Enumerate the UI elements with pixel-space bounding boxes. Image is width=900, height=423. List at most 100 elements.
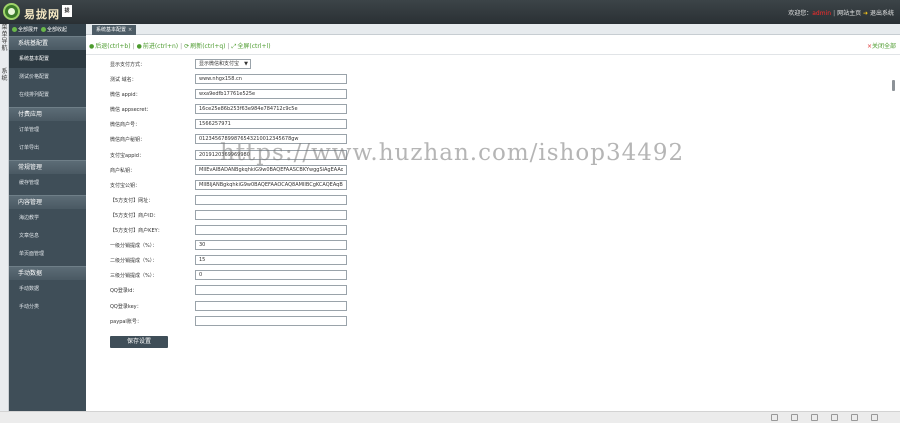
menu-cat-general[interactable]: 常规管理 <box>9 160 86 174</box>
close-all-label: 关闭全部 <box>871 43 896 50</box>
menu-item-orders[interactable]: 订单管理 <box>9 121 86 139</box>
back-button[interactable]: 后退(ctrl+b) <box>95 43 130 50</box>
scrollbar-thumb[interactable] <box>892 80 895 91</box>
vertical-tabs: 菜单导航 系统 <box>0 24 9 411</box>
vtab-menu-nav-label: 菜单导航 <box>1 24 8 52</box>
watermark: https://www.huzhan.com/ishop34492 <box>220 140 685 166</box>
logo-icon <box>3 3 20 20</box>
menu-item-basic-config[interactable]: 系统基本配置 <box>9 50 86 68</box>
field-label: 微信 appsecret： <box>110 107 152 114</box>
vtab-system[interactable]: 系统 <box>0 68 9 82</box>
menu-item-teaching[interactable]: 海边教学 <box>9 209 86 227</box>
select-value: 显示微信和支付宝 <box>199 61 240 67</box>
settings-icon[interactable] <box>771 414 779 421</box>
menu-cat-paid[interactable]: 付费应用 <box>9 107 86 121</box>
field-label: 显示支付方式： <box>110 62 146 68</box>
back-icon: ● <box>89 43 95 50</box>
sidebar: 全部展开 全部收起 系统基配置 系统基本配置 测试价格配置 在线排列配置 付费应用… <box>9 24 86 411</box>
top-right-bar: 欢迎您：admin | 网站主页 ➜ 退出系统 <box>788 8 894 17</box>
level1-commission-input[interactable] <box>195 240 347 251</box>
site-home-link[interactable]: 网站主页 <box>837 10 861 17</box>
globe-icon[interactable] <box>791 414 799 421</box>
logo-badge: 拢 <box>62 5 72 17</box>
menu-cat-content[interactable]: 内容管理 <box>9 195 86 209</box>
test-domain-input[interactable] <box>195 74 347 85</box>
window-icon[interactable] <box>851 414 859 421</box>
third-pay-merchant-key-input[interactable] <box>195 225 347 236</box>
username: admin <box>812 10 832 17</box>
close-all-button[interactable]: ×关闭全部 <box>867 41 896 50</box>
alipay-public-key-input[interactable] <box>195 179 347 190</box>
field-label: 支付宝appid： <box>110 152 144 159</box>
merchant-private-key-input[interactable] <box>195 164 347 175</box>
main-content: 系统基本配置 × ●后退(ctrl+b) | ●前进(ctrl+n) | ⟳刷新(ctrl… <box>86 24 900 411</box>
refresh-button[interactable]: 刷新(ctrl+q) <box>190 43 225 50</box>
field-label: 微信商户号： <box>110 122 141 129</box>
toolbar: ●后退(ctrl+b) | ●前进(ctrl+n) | ⟳刷新(ctrl+q) | ⤢全屏(… <box>86 35 900 55</box>
chat-icon[interactable] <box>871 414 878 421</box>
chevron-down-icon: ▼ <box>244 61 248 67</box>
field-label: 一级分销提成（%）： <box>110 243 158 250</box>
third-pay-merchant-id-input[interactable] <box>195 209 347 220</box>
menu-cat-system[interactable]: 系统基配置 <box>9 36 86 50</box>
field-label: paypal账号： <box>110 318 142 325</box>
expand-icon <box>12 27 17 32</box>
payment-method-select[interactable]: 显示微信和支付宝 ▼ <box>195 59 251 69</box>
collapse-all-button[interactable]: 全部收起 <box>47 27 67 33</box>
vtab-system-label: 系统 <box>1 68 8 82</box>
qq-login-id-input[interactable] <box>195 285 347 296</box>
field-label: 二级分销提成（%）： <box>110 258 158 265</box>
logout-icon: ➜ <box>863 10 869 17</box>
vtab-menu-nav[interactable]: 菜单导航 <box>0 24 9 52</box>
field-label: 【5方支付】商户ID： <box>110 212 159 219</box>
field-label: 【5方支付】网址： <box>110 197 154 204</box>
menu-item-manual-category[interactable]: 手动分类 <box>9 298 86 316</box>
separator: | <box>227 43 230 50</box>
gear-icon[interactable] <box>831 414 839 421</box>
menu-item-pages[interactable]: 单页面管理 <box>9 245 86 263</box>
field-label: 测试 域名： <box>110 77 137 84</box>
menu-item-online-config[interactable]: 在线排列配置 <box>9 86 86 104</box>
refresh-icon: ⟳ <box>184 43 190 50</box>
tab-close-icon[interactable]: × <box>128 27 132 33</box>
menu-item-articles[interactable]: 文章信息 <box>9 227 86 245</box>
expand-all-button[interactable]: 全部展开 <box>18 27 38 33</box>
sidebar-head: 全部展开 全部收起 <box>9 24 86 36</box>
wechat-appid-input[interactable] <box>195 89 347 100</box>
field-label: 微信 appid： <box>110 92 141 99</box>
welcome-text: 欢迎您： <box>788 10 813 17</box>
wechat-appsecret-input[interactable] <box>195 104 347 115</box>
top-header: 易拢网 拢 欢迎您：admin | 网站主页 ➜ 退出系统 <box>0 0 900 24</box>
document-icon[interactable] <box>811 414 819 421</box>
paypal-account-input[interactable] <box>195 315 347 326</box>
tab-bar: 系统基本配置 × <box>86 24 900 35</box>
menu-item-order-export[interactable]: 订单导出 <box>9 139 86 157</box>
status-icons <box>760 414 878 423</box>
field-label: 微信商户秘钥： <box>110 137 146 144</box>
fullscreen-button[interactable]: 全屏(ctrl+l) <box>237 43 270 50</box>
menu-item-price-config[interactable]: 测试价格配置 <box>9 68 86 86</box>
field-label: 商户私钥： <box>110 167 136 174</box>
field-label: 支付宝公钥： <box>110 182 141 189</box>
logo-text: 易拢网 <box>24 8 60 21</box>
collapse-icon <box>41 27 47 32</box>
level2-commission-input[interactable] <box>195 255 347 266</box>
forward-button[interactable]: 前进(ctrl+n) <box>143 43 178 50</box>
logout-link[interactable]: 退出系统 <box>870 10 894 17</box>
menu-item-cache[interactable]: 缓存管理 <box>9 174 86 192</box>
qq-login-key-input[interactable] <box>195 300 347 311</box>
status-bar <box>0 411 900 423</box>
tab-label: 系统基本配置 <box>96 27 127 33</box>
menu-item-manual-data[interactable]: 手动数据 <box>9 280 86 298</box>
field-label: 【5方支付】商户KEY： <box>110 228 163 235</box>
field-label: 三级分销提成（%）： <box>110 273 158 280</box>
third-pay-url-input[interactable] <box>195 194 347 205</box>
tab-basic-config[interactable]: 系统基本配置 × <box>92 25 137 35</box>
menu-cat-manual[interactable]: 手动数据 <box>9 266 86 280</box>
save-button[interactable]: 保存设置 <box>110 335 168 348</box>
field-label: QQ登录key： <box>110 303 142 310</box>
level3-commission-input[interactable] <box>195 270 347 281</box>
field-label: QQ登录id： <box>110 288 138 295</box>
nav-tools: ●后退(ctrl+b) | ●前进(ctrl+n) | ⟳刷新(ctrl+q) | ⤢全屏(… <box>89 41 271 51</box>
wechat-merchant-id-input[interactable] <box>195 119 347 130</box>
